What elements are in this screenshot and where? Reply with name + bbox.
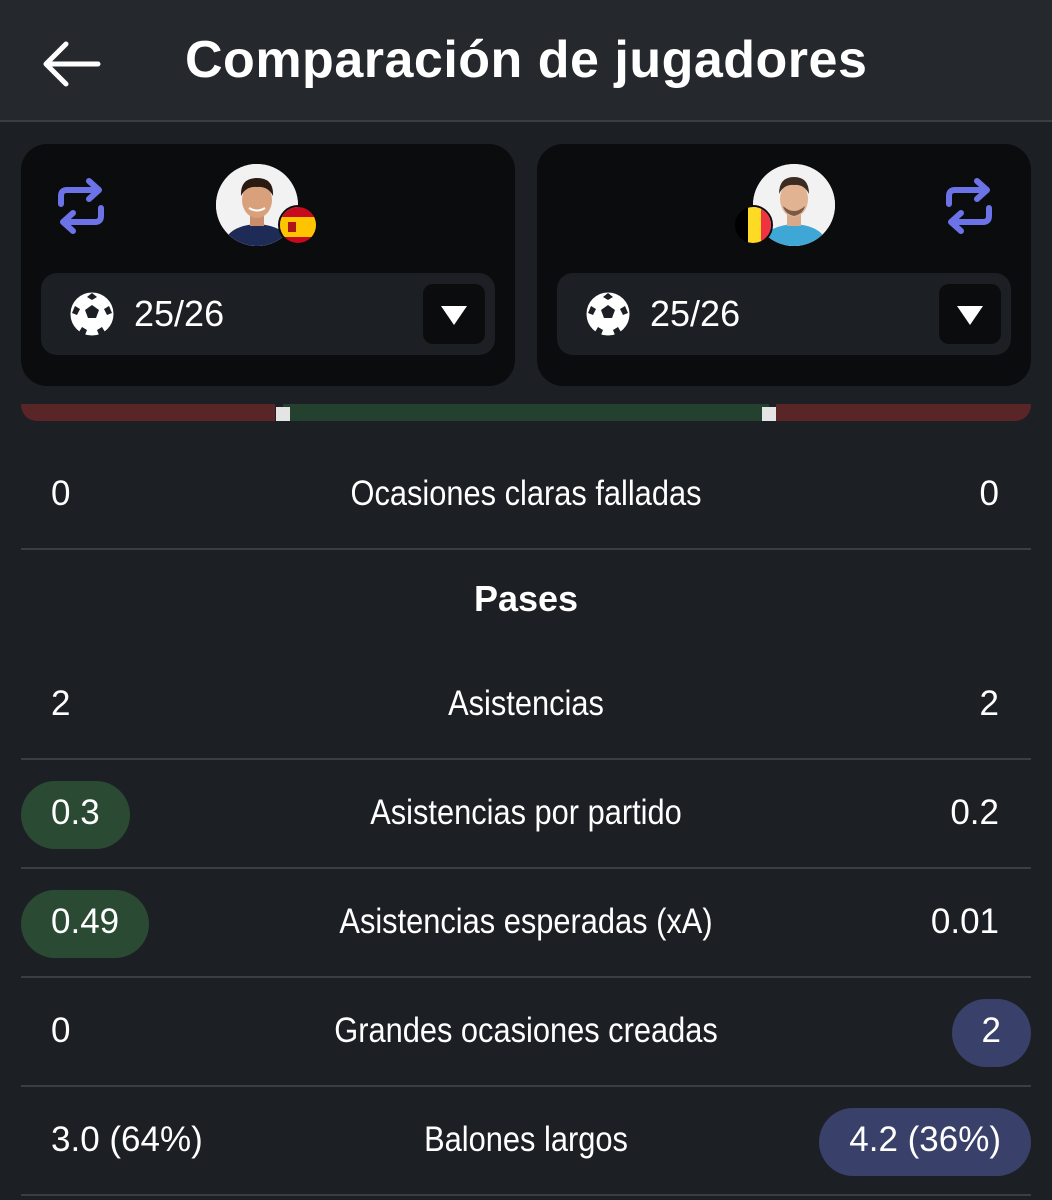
caret-down-icon <box>441 306 467 325</box>
swap-player-icon[interactable] <box>941 178 997 234</box>
dropdown-button[interactable] <box>939 284 1001 344</box>
back-arrow-icon[interactable] <box>40 38 102 90</box>
stat-label: Ocasiones claras falladas <box>350 474 702 513</box>
stat-label: Grandes ocasiones creadas <box>334 1011 718 1050</box>
player-card-right: 25/26 <box>537 144 1031 386</box>
belgium-flag-icon <box>733 205 773 245</box>
stat-value-left: 2 <box>51 684 71 723</box>
player-card-left: 25/26 <box>21 144 515 386</box>
stat-value-right-highlight: 2 <box>951 999 1031 1067</box>
bar-segment-left <box>21 404 275 421</box>
top-bar: Comparación de jugadores <box>0 0 1052 122</box>
dropdown-button[interactable] <box>423 284 485 344</box>
stat-row-big-chances-created: 0 Grandes ocasiones creadas 2 <box>21 979 1031 1087</box>
caret-down-icon <box>957 306 983 325</box>
stat-label: Asistencias por partido <box>370 793 682 832</box>
stat-value-right: 0.2 <box>950 793 999 832</box>
stat-value-right: 0 <box>979 474 999 513</box>
soccer-ball-icon <box>583 289 633 339</box>
season-selector-left[interactable]: 25/26 <box>41 273 495 355</box>
comparison-bar <box>21 404 1031 421</box>
stat-row-long-balls: 3.0 (64%) Balones largos 4.2 (36%) <box>21 1088 1031 1196</box>
soccer-ball-icon <box>67 289 117 339</box>
season-selector-right[interactable]: 25/26 <box>557 273 1011 355</box>
stat-value-right-highlight: 4.2 (36%) <box>819 1108 1031 1176</box>
stat-row-big-chances-missed: 0 Ocasiones claras falladas 0 <box>21 442 1031 550</box>
season-label: 25/26 <box>650 293 741 334</box>
stat-label: Asistencias esperadas (xA) <box>339 902 713 941</box>
bar-segment-right <box>776 404 1031 421</box>
stat-row-assists: 2 Asistencias 2 <box>21 652 1031 760</box>
stat-row-expected-assists: 0.49 Asistencias esperadas (xA) 0.01 <box>21 870 1031 978</box>
stat-value-right: 2 <box>979 684 999 723</box>
bar-segment-middle <box>283 404 769 421</box>
bar-marker-left <box>276 407 290 421</box>
season-label: 25/26 <box>134 293 225 334</box>
stat-value-left: 0 <box>51 474 71 513</box>
stat-label: Asistencias <box>448 684 604 723</box>
spain-flag-icon <box>278 205 318 245</box>
bar-marker-right <box>762 407 776 421</box>
page-title: Comparación de jugadores <box>185 31 868 89</box>
stat-row-assists-per-game: 0.3 Asistencias por partido 0.2 <box>21 761 1031 869</box>
stat-value-right: 0.01 <box>930 902 999 941</box>
swap-player-icon[interactable] <box>53 178 109 234</box>
stat-value-left: 0 <box>51 1011 71 1050</box>
section-title-passes: Pases <box>473 578 579 619</box>
